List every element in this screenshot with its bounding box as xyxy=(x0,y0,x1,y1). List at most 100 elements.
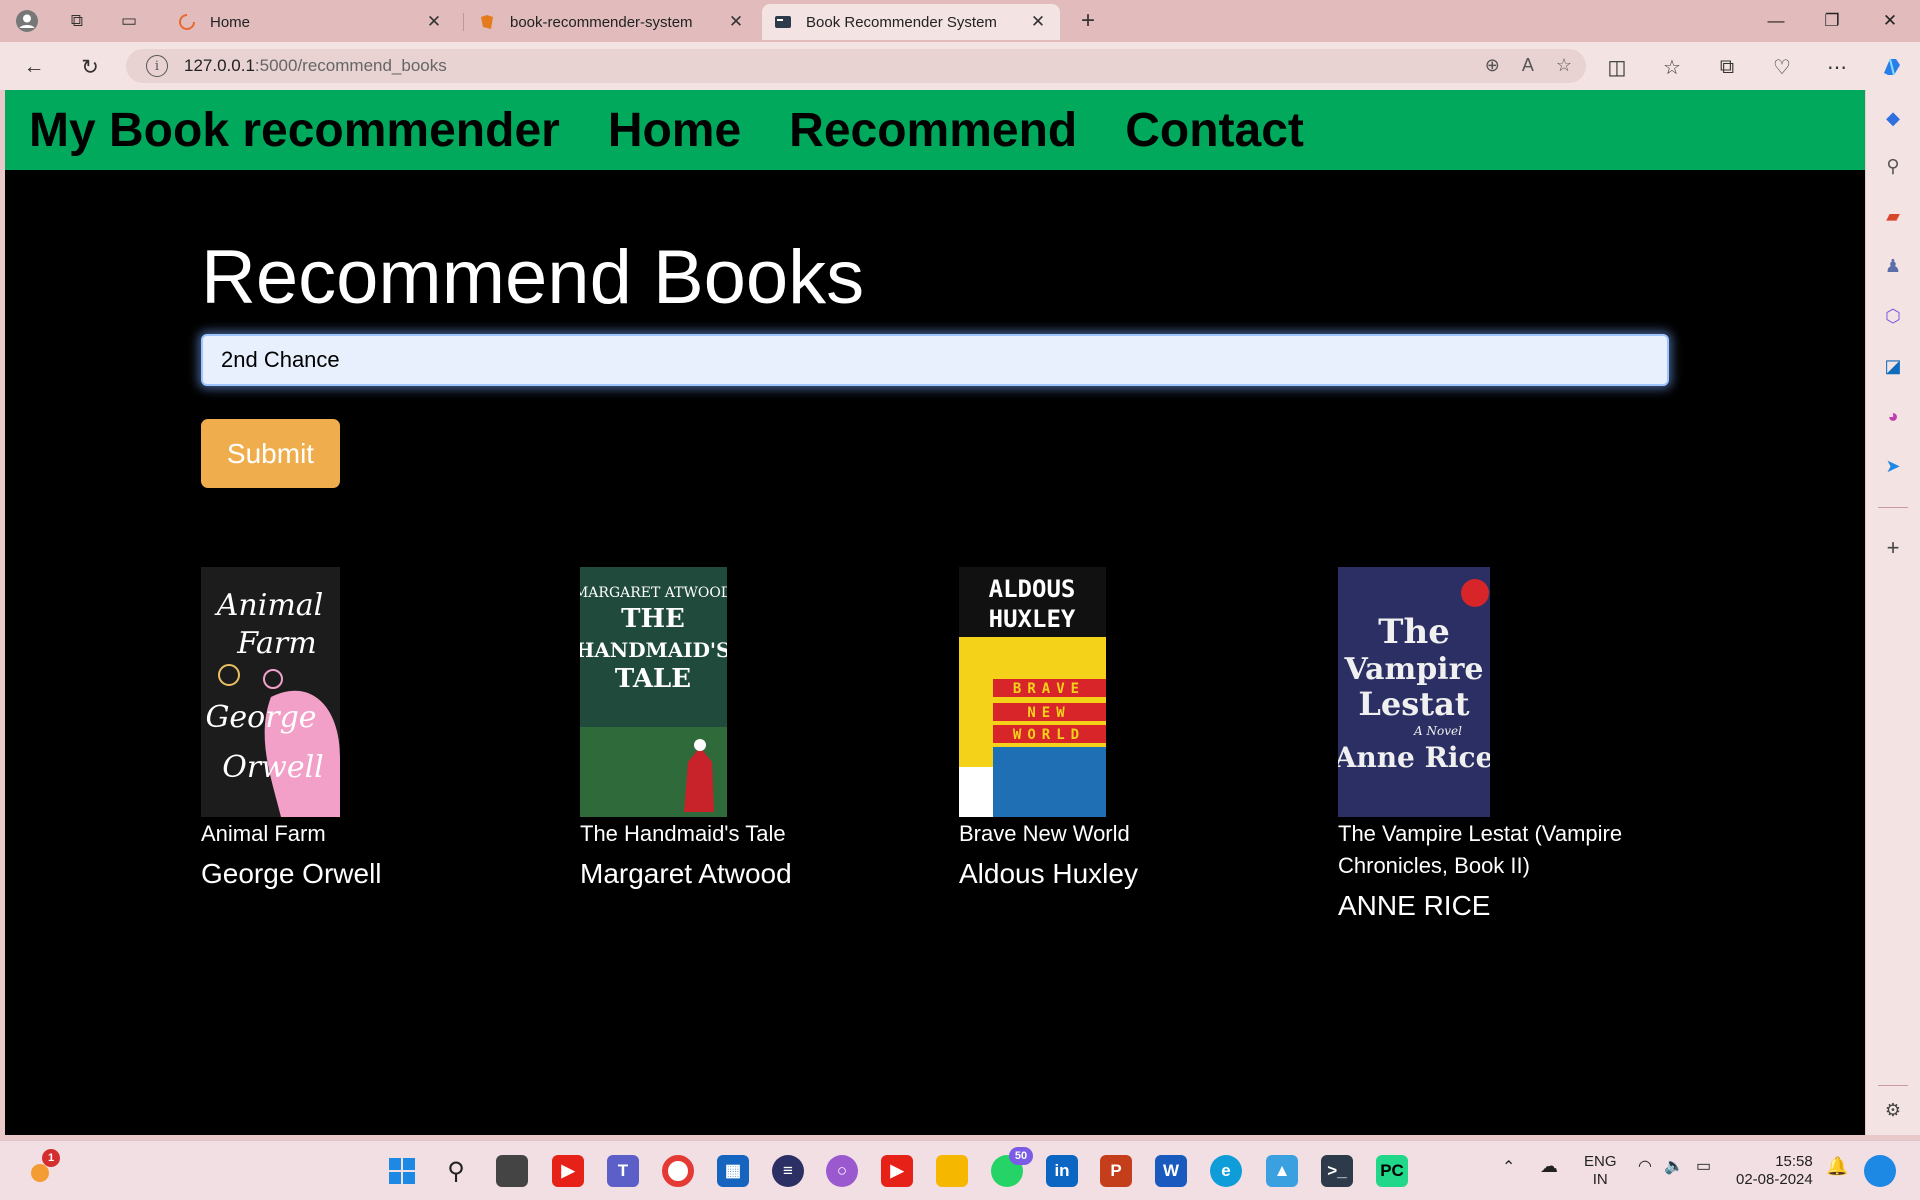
notification-badge: 50 xyxy=(1009,1147,1033,1165)
cortana-icon[interactable]: ○ xyxy=(826,1155,858,1187)
url-text: 127.0.0.1:5000/recommend_books xyxy=(184,56,447,75)
designer-icon[interactable]: ◕ xyxy=(1881,404,1905,428)
svg-text:Vampire: Vampire xyxy=(1344,652,1484,687)
teams-icon[interactable]: T xyxy=(607,1155,639,1187)
tab-title: Book Recommender System xyxy=(806,13,997,31)
file-explorer-icon[interactable] xyxy=(936,1155,968,1187)
volume-icon[interactable]: 🔈 xyxy=(1664,1158,1684,1176)
whatsapp-icon[interactable]: 50 xyxy=(991,1147,1033,1187)
notification-badge: 1 xyxy=(42,1149,60,1167)
new-tab-icon[interactable]: + xyxy=(1073,6,1103,36)
book-cover-image[interactable]: The Vampire Lestat A Novel Anne Rice xyxy=(1338,567,1490,817)
copilot-icon[interactable] xyxy=(1875,51,1909,83)
close-tab-icon[interactable]: ✕ xyxy=(1028,12,1048,32)
edge-sidebar: ◆ ⚲ ▰ ♟ ⬡ ◪ ◕ ➤ + ⚙ xyxy=(1866,90,1920,1135)
copilot-weather-icon[interactable]: 1 xyxy=(24,1149,60,1187)
profile-icon[interactable] xyxy=(12,6,42,36)
wifi-icon[interactable]: ◠ xyxy=(1638,1158,1652,1176)
show-hidden-icons[interactable]: ⌃ xyxy=(1502,1159,1515,1177)
split-screen-icon[interactable]: ◫ xyxy=(1600,51,1634,83)
brand-link[interactable]: My Book recommender xyxy=(29,103,560,158)
book-author: Aldous Huxley xyxy=(959,858,1138,889)
book-title: Brave New World xyxy=(959,821,1130,846)
start-windows-icon[interactable] xyxy=(386,1155,418,1187)
eclipse-icon[interactable]: ≡ xyxy=(772,1155,804,1187)
page-viewport: My Book recommender Home Recommend Conta… xyxy=(5,90,1865,1135)
minimize-icon[interactable]: — xyxy=(1756,6,1796,36)
linkedin-icon[interactable]: in xyxy=(1046,1155,1078,1187)
copilot-tray-icon[interactable] xyxy=(1864,1155,1896,1187)
send-icon[interactable]: ➤ xyxy=(1881,454,1905,478)
nav-link-home[interactable]: Home xyxy=(608,103,741,158)
read-aloud-icon[interactable]: A xyxy=(1522,55,1534,76)
word-icon[interactable]: W xyxy=(1155,1155,1187,1187)
refresh-icon[interactable]: ↻ xyxy=(74,51,106,83)
svg-text:TALE: TALE xyxy=(615,664,691,694)
loading-icon xyxy=(178,13,196,31)
back-icon[interactable]: ← xyxy=(18,51,50,83)
close-window-icon[interactable]: ✕ xyxy=(1870,6,1910,36)
book-card: The Vampire Lestat A Novel Anne Rice The… xyxy=(1338,567,1678,924)
youtube-icon[interactable]: ▶ xyxy=(881,1155,913,1187)
nav-link-recommend[interactable]: Recommend xyxy=(789,103,1077,158)
notification-bell-icon[interactable]: 🔔 xyxy=(1826,1157,1848,1175)
battery-icon[interactable]: ▭ xyxy=(1696,1158,1711,1176)
tab-home[interactable]: Home ✕ xyxy=(166,4,456,40)
close-tab-icon[interactable]: ✕ xyxy=(726,12,746,32)
youtube-app-icon[interactable]: ▶ xyxy=(552,1155,584,1187)
browser-tab-bar: ⧉ ▭ Home ✕ book-recommender-system ✕ Boo… xyxy=(0,0,1920,42)
search-icon[interactable]: ⚲ xyxy=(440,1155,472,1187)
terminal-icon xyxy=(774,13,792,31)
book-icon xyxy=(478,13,496,31)
close-tab-icon[interactable]: ✕ xyxy=(424,12,444,32)
pycharm-icon[interactable]: PC xyxy=(1376,1155,1408,1187)
language-indicator[interactable]: ENG IN xyxy=(1584,1153,1617,1189)
outlook-icon[interactable]: ◪ xyxy=(1881,354,1905,378)
svg-text:NEW: NEW xyxy=(1027,705,1070,721)
terminal-icon[interactable]: >_ xyxy=(1321,1155,1353,1187)
tab-book-recommender-system[interactable]: book-recommender-system ✕ xyxy=(466,4,758,40)
tab-divider xyxy=(463,13,464,31)
edge-icon[interactable]: e xyxy=(1210,1155,1242,1187)
svg-text:Farm: Farm xyxy=(236,626,316,661)
collections-icon[interactable]: ⧉ xyxy=(1710,51,1744,83)
tools-icon[interactable]: ▰ xyxy=(1881,204,1905,228)
browser-essentials-icon[interactable]: ♡ xyxy=(1765,51,1799,83)
workspaces-icon[interactable]: ⧉ xyxy=(62,6,92,36)
zoom-icon[interactable]: ⊕ xyxy=(1485,55,1500,76)
onedrive-icon[interactable]: ☁ xyxy=(1540,1157,1558,1175)
clock[interactable]: 15:58 02-08-2024 xyxy=(1736,1153,1813,1189)
microsoft365-icon[interactable]: ⬡ xyxy=(1881,304,1905,328)
svg-text:MARGARET ATWOOD: MARGARET ATWOOD xyxy=(580,585,727,601)
book-cover-image[interactable]: Animal Farm George Orwell xyxy=(201,567,340,817)
favorite-star-icon[interactable]: ☆ xyxy=(1556,55,1572,76)
nav-link-contact[interactable]: Contact xyxy=(1125,103,1304,158)
site-info-icon[interactable]: i xyxy=(146,55,168,77)
store-icon[interactable]: ▦ xyxy=(717,1155,749,1187)
tag-icon[interactable]: ◆ xyxy=(1881,106,1905,130)
tab-actions-icon[interactable]: ▭ xyxy=(114,6,144,36)
book-cover-image[interactable]: ALDOUS HUXLEY BRAVE NEW WORLD xyxy=(959,567,1106,817)
address-bar[interactable]: i 127.0.0.1:5000/recommend_books ⊕ A ☆ xyxy=(126,49,1586,83)
tab-title: Home xyxy=(210,13,251,31)
settings-gear-icon[interactable]: ⚙ xyxy=(1881,1098,1905,1122)
favorites-icon[interactable]: ☆ xyxy=(1655,51,1689,83)
powerpoint-icon[interactable]: P xyxy=(1100,1155,1132,1187)
svg-text:Orwell: Orwell xyxy=(222,750,324,785)
photos-icon[interactable]: ▲ xyxy=(1266,1155,1298,1187)
book-search-input[interactable] xyxy=(201,334,1669,386)
submit-button[interactable]: Submit xyxy=(201,419,340,488)
task-view-icon[interactable] xyxy=(496,1155,528,1187)
book-card: Animal Farm George Orwell Animal Farm Ge… xyxy=(201,567,541,892)
search-icon[interactable]: ⚲ xyxy=(1881,154,1905,178)
chrome-icon[interactable] xyxy=(662,1155,694,1187)
add-icon[interactable]: + xyxy=(1881,535,1905,560)
tab-book-recommender[interactable]: Book Recommender System ✕ xyxy=(762,4,1060,40)
book-title: Animal Farm xyxy=(201,821,326,846)
tab-title: book-recommender-system xyxy=(510,13,693,31)
book-author: George Orwell xyxy=(201,858,382,889)
restore-icon[interactable]: ❐ xyxy=(1812,6,1852,36)
book-cover-image[interactable]: MARGARET ATWOOD THE HANDMAID'S TALE xyxy=(580,567,727,817)
games-icon[interactable]: ♟ xyxy=(1881,254,1905,278)
more-menu-icon[interactable]: ⋯ xyxy=(1820,51,1854,83)
